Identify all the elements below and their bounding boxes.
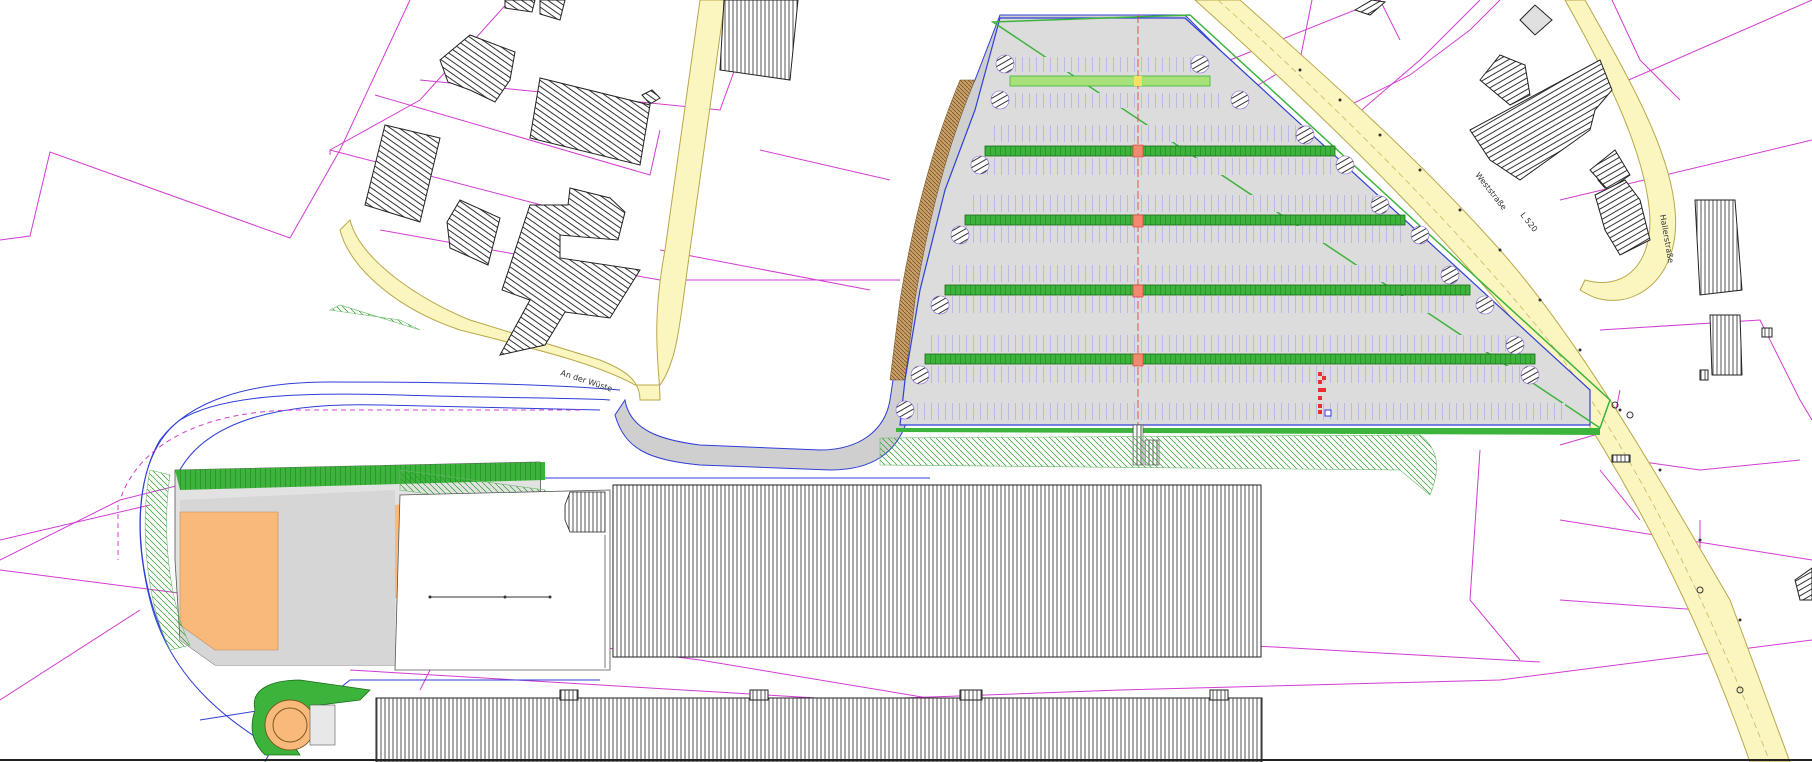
warehouse-main xyxy=(612,484,1262,658)
street-label-an-der-wueste: An der Wüste xyxy=(559,368,613,393)
site-plan-map: An der Wüste Weststraße L 520 Hallerstra… xyxy=(0,0,1812,762)
small-building xyxy=(564,491,606,533)
warehouse-south xyxy=(375,689,1263,762)
round-structure xyxy=(251,679,371,756)
street-label-l520: L 520 xyxy=(1518,211,1539,234)
street-label-weststrasse: Weststraße xyxy=(1473,171,1508,212)
